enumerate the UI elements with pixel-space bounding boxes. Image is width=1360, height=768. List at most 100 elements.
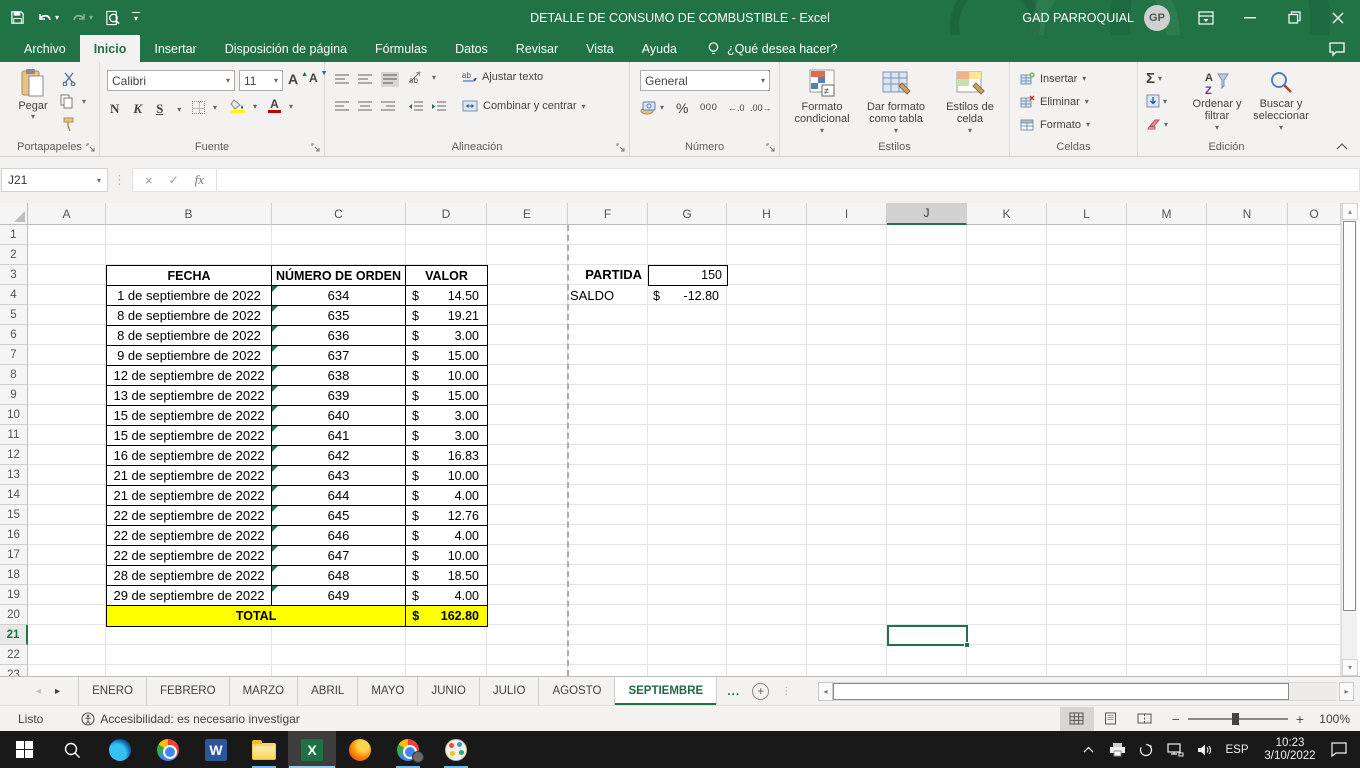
cell-valor[interactable]: $12.76 — [406, 506, 487, 526]
cell-fecha[interactable]: 15 de septiembre de 2022 — [107, 406, 272, 426]
menu-tab-insertar[interactable]: Insertar — [140, 35, 210, 62]
cell-fecha[interactable]: 8 de septiembre de 2022 — [107, 306, 272, 326]
row-header-6[interactable]: 6 — [0, 325, 28, 345]
cut-button[interactable] — [62, 72, 77, 86]
row-header-10[interactable]: 10 — [0, 405, 28, 425]
language-indicator[interactable]: ESP — [1222, 744, 1252, 756]
cell-valor[interactable]: $4.00 — [406, 586, 487, 606]
cell-styles-button[interactable]: Estilos de celda▾ — [934, 68, 1006, 137]
row-header-2[interactable]: 2 — [0, 245, 28, 265]
row-header-13[interactable]: 13 — [0, 465, 28, 485]
menu-tab-disposición-de-página[interactable]: Disposición de página — [211, 35, 361, 62]
ribbon-display-options-icon[interactable] — [1184, 0, 1228, 35]
cell-orden[interactable]: 637 — [272, 346, 406, 366]
cell-valor[interactable]: $3.00 — [406, 426, 487, 446]
name-box[interactable]: J21▾ — [1, 168, 108, 192]
menu-tab-inicio[interactable]: Inicio — [80, 35, 141, 62]
taskbar-chrome-icon[interactable] — [144, 731, 192, 768]
format-as-table-button[interactable]: Dar formato como tabla▾ — [860, 68, 932, 137]
zoom-out-icon[interactable]: − — [1172, 711, 1180, 727]
cell-valor[interactable]: $10.00 — [406, 546, 487, 566]
avatar[interactable]: GP — [1144, 5, 1170, 31]
cell-orden[interactable]: 643 — [272, 466, 406, 486]
underline-dropdown[interactable]: ▾ — [177, 105, 181, 114]
cell-fecha[interactable]: 13 de septiembre de 2022 — [107, 386, 272, 406]
decrease-decimal-button[interactable]: .00→ — [750, 100, 770, 113]
prev-sheet-icon[interactable]: ◂ — [36, 686, 41, 697]
minimize-button[interactable] — [1228, 0, 1272, 35]
taskbar-chrome-profile-icon[interactable] — [384, 731, 432, 768]
format-cells-button[interactable]: Formato▾ — [1020, 118, 1090, 131]
column-header-B[interactable]: B — [106, 203, 272, 225]
column-header-A[interactable]: A — [28, 203, 106, 225]
hidden-icons-chevron[interactable] — [1077, 746, 1099, 753]
align-bottom-button[interactable] — [381, 72, 399, 87]
menu-tab-revisar[interactable]: Revisar — [502, 35, 572, 62]
cell-valor[interactable]: $16.83 — [406, 446, 487, 466]
column-header-C[interactable]: C — [272, 203, 406, 225]
comma-style-button[interactable]: 000 — [700, 102, 717, 113]
increase-decimal-button[interactable]: ←.0 — [728, 100, 746, 113]
cell-orden[interactable]: 639 — [272, 386, 406, 406]
copy-button[interactable]: ▾ — [60, 94, 86, 109]
cell-orden[interactable]: 636 — [272, 326, 406, 346]
underline-button[interactable]: S — [156, 101, 163, 117]
increase-indent-button[interactable] — [431, 101, 446, 112]
cell-valor[interactable]: $15.00 — [406, 346, 487, 366]
column-header-M[interactable]: M — [1127, 203, 1207, 225]
cell-orden[interactable]: 641 — [272, 426, 406, 446]
normal-view-button[interactable] — [1060, 707, 1094, 731]
dialog-launcher-icon[interactable] — [311, 143, 321, 153]
sheet-tab-febrero[interactable]: FEBRERO — [147, 677, 230, 705]
total-label[interactable]: TOTAL — [107, 606, 406, 626]
row-header-14[interactable]: 14 — [0, 485, 28, 505]
format-painter-button[interactable] — [62, 116, 76, 131]
cell-fecha[interactable]: 9 de septiembre de 2022 — [107, 346, 272, 366]
row-header-16[interactable]: 16 — [0, 525, 28, 545]
insert-function-icon[interactable]: fx — [195, 172, 204, 188]
dialog-launcher-icon[interactable] — [766, 143, 776, 153]
cell-fecha[interactable]: 12 de septiembre de 2022 — [107, 366, 272, 386]
font-name-combo[interactable]: Calibri▾ — [107, 70, 235, 91]
cell-orden[interactable]: 644 — [272, 486, 406, 506]
column-header-O[interactable]: O — [1288, 203, 1341, 225]
menu-tab-fórmulas[interactable]: Fórmulas — [361, 35, 441, 62]
select-all-corner[interactable] — [0, 203, 28, 225]
insert-cells-button[interactable]: Insertar▾ — [1020, 72, 1086, 85]
row-header-4[interactable]: 4 — [0, 285, 28, 305]
selected-cell-J21[interactable] — [887, 625, 968, 646]
accessibility-status[interactable]: Accesibilidad: es necesario investigar — [81, 712, 299, 726]
row-header-3[interactable]: 3 — [0, 265, 28, 285]
cell-orden[interactable]: 649 — [272, 586, 406, 606]
scroll-up-icon[interactable]: ▴ — [1342, 203, 1358, 220]
align-top-button[interactable] — [335, 74, 349, 85]
zoom-in-icon[interactable]: + — [1296, 711, 1304, 727]
cell-valor[interactable]: $18.50 — [406, 566, 487, 586]
horizontal-scrollbar[interactable]: ◂ ▸ — [818, 681, 1354, 701]
taskbar-paint-icon[interactable] — [432, 731, 480, 768]
scroll-left-icon[interactable]: ◂ — [818, 682, 833, 701]
conditional-formatting-button[interactable]: ≠ Formato condicional▾ — [786, 68, 858, 137]
number-format-combo[interactable]: General▾ — [640, 70, 770, 91]
row-header-1[interactable]: 1 — [0, 225, 28, 245]
taskbar-explorer-icon[interactable] — [240, 731, 288, 768]
cell-valor[interactable]: $14.50 — [406, 286, 487, 306]
cell-fecha[interactable]: 8 de septiembre de 2022 — [107, 326, 272, 346]
cell-orden[interactable]: 640 — [272, 406, 406, 426]
merge-center-button[interactable]: Combinar y centrar▾ — [462, 100, 586, 112]
bold-button[interactable]: N — [110, 101, 119, 117]
onedrive-sync-tray-icon[interactable] — [1135, 742, 1157, 758]
page-break-view-button[interactable] — [1128, 707, 1162, 731]
cell-fecha[interactable]: 29 de septiembre de 2022 — [107, 586, 272, 606]
sheet-tab-marzo[interactable]: MARZO — [230, 677, 299, 705]
dialog-launcher-icon[interactable] — [616, 143, 626, 153]
clear-button[interactable]: ▾ — [1146, 118, 1168, 130]
formula-bar-divider[interactable]: ⋮ — [113, 172, 127, 188]
cell-orden[interactable]: 645 — [272, 506, 406, 526]
menu-tab-vista[interactable]: Vista — [572, 35, 628, 62]
cell-valor[interactable]: $19.21 — [406, 306, 487, 326]
column-header-I[interactable]: I — [807, 203, 887, 225]
tabbar-splitter[interactable]: ⋮ — [781, 686, 791, 697]
more-sheets-button[interactable]: ... — [727, 684, 740, 698]
cell-fecha[interactable]: 16 de septiembre de 2022 — [107, 446, 272, 466]
